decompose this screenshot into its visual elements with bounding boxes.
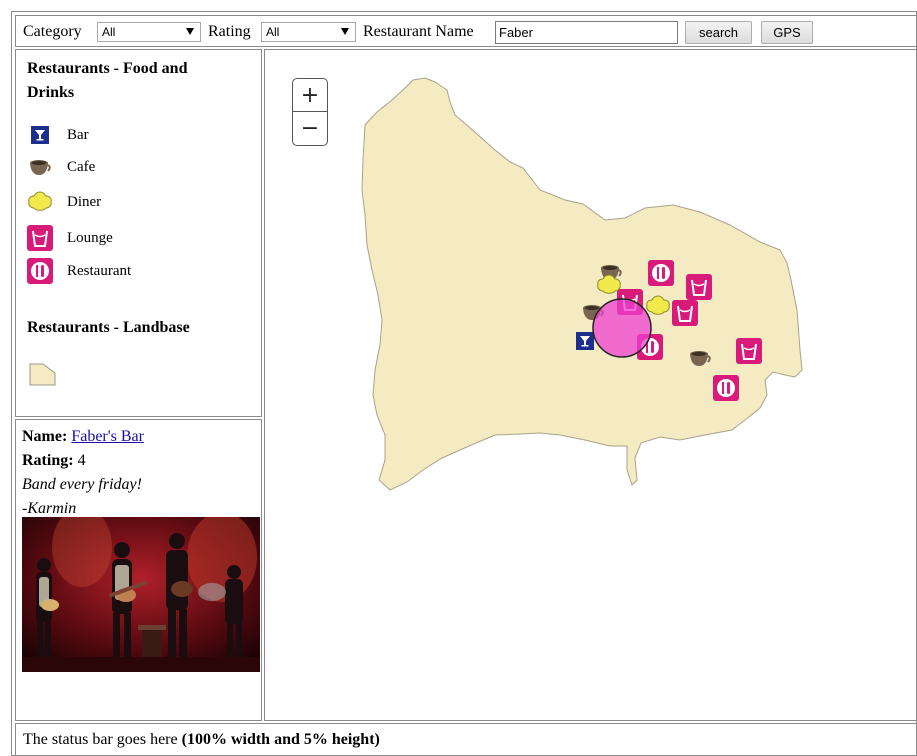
legend-item-restaurant: Restaurant: [27, 258, 131, 284]
zoom-in-button[interactable]: +: [292, 78, 328, 112]
status-text-normal: The status bar goes here: [23, 731, 182, 748]
landbase-swatch-icon: [29, 363, 56, 386]
restaurant-link[interactable]: Faber's Bar: [71, 428, 144, 445]
legend-label-bar: Bar: [67, 126, 89, 143]
category-select-value: All: [102, 25, 116, 39]
info-rating-value: 4: [77, 452, 86, 469]
toolbar: Category All Rating All Restaurant Name …: [15, 15, 917, 47]
cafe-icon: [27, 154, 53, 180]
legend-item-cafe: Cafe: [27, 154, 95, 180]
info-text: Name: Faber's Bar Rating: 4 Band every f…: [22, 425, 144, 521]
gps-button[interactable]: GPS: [761, 21, 813, 44]
status-text-bold: (100% width and 5% height): [181, 731, 380, 748]
info-rating-label: Rating:: [22, 452, 74, 469]
legend-label-cafe: Cafe: [67, 158, 96, 175]
rating-label: Rating: [208, 23, 251, 40]
legend-food-title: Restaurants - Food and Drinks: [27, 60, 188, 101]
restaurant-name-input[interactable]: Faber: [495, 21, 678, 44]
restaurant-name-label: Restaurant Name: [363, 23, 474, 40]
info-name-row: Name: Faber's Bar: [22, 425, 144, 449]
zoom-out-button[interactable]: −: [292, 112, 328, 146]
band-photo: [22, 517, 260, 672]
lounge-icon: [27, 225, 53, 251]
landbase-polygon: [361, 77, 803, 491]
info-rating-row: Rating: 4: [22, 449, 144, 473]
category-label: Category: [23, 23, 82, 40]
diner-icon: [27, 189, 53, 215]
chevron-down-icon: [186, 28, 194, 35]
legend-panel: Restaurants - Food and Drinks Bar Cafe D…: [15, 49, 262, 417]
legend-landbase-title: Restaurants - Landbase: [27, 319, 190, 336]
legend-item-lounge: Lounge: [27, 225, 113, 251]
info-panel: Name: Faber's Bar Rating: 4 Band every f…: [15, 419, 262, 721]
restaurant-name-input-value: Faber: [499, 25, 533, 40]
restaurant-icon: [27, 258, 53, 284]
status-text: The status bar goes here (100% width and…: [23, 729, 380, 751]
legend-label-restaurant: Restaurant: [67, 262, 132, 279]
info-name-label: Name:: [22, 428, 68, 445]
info-comment: Band every friday!: [22, 476, 142, 493]
rating-select[interactable]: All: [261, 22, 356, 42]
legend-label-lounge: Lounge: [67, 229, 113, 246]
legend-label-diner: Diner: [67, 193, 102, 210]
category-select[interactable]: All: [97, 22, 201, 42]
legend-item-diner: Diner: [27, 189, 101, 215]
map-view[interactable]: + −: [264, 49, 917, 721]
search-button[interactable]: search: [685, 21, 752, 44]
legend-item-bar: Bar: [27, 122, 89, 148]
bar-icon: [27, 122, 53, 148]
chevron-down-icon: [341, 28, 349, 35]
rating-select-value: All: [266, 25, 280, 39]
status-bar: The status bar goes here (100% width and…: [15, 723, 917, 756]
